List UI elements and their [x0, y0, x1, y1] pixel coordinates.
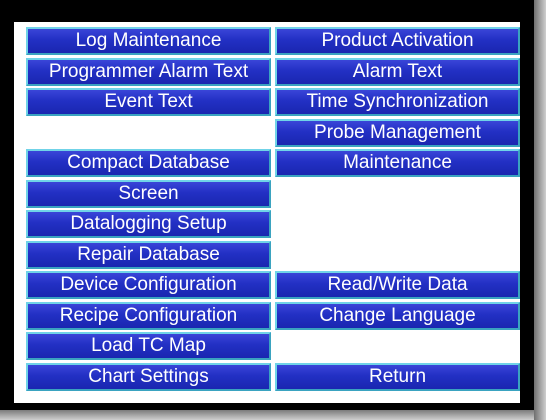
button-label: Time Synchronization — [306, 91, 489, 112]
alarm-text-button[interactable]: Alarm Text — [275, 57, 520, 86]
button-label: Load TC Map — [91, 335, 206, 356]
window-right-edge — [534, 0, 546, 420]
button-label: Event Text — [104, 91, 193, 112]
menu-grid: Log Maintenance Product Activation Progr… — [26, 27, 520, 391]
button-label: Compact Database — [67, 152, 230, 173]
button-label: Probe Management — [314, 121, 481, 143]
button-label: Log Maintenance — [75, 30, 222, 51]
button-label: Recipe Configuration — [59, 304, 238, 326]
repair-database-button[interactable]: Repair Database — [26, 240, 271, 269]
button-label: Maintenance — [343, 152, 452, 173]
button-label: Datalogging Setup — [70, 213, 227, 234]
empty-slot — [26, 118, 271, 147]
compact-database-button[interactable]: Compact Database — [26, 149, 271, 177]
log-maintenance-button[interactable]: Log Maintenance — [26, 27, 271, 55]
empty-slot — [275, 210, 520, 238]
button-label: Screen — [118, 182, 179, 204]
return-button[interactable]: Return — [275, 362, 520, 391]
device-configuration-button[interactable]: Device Configuration — [26, 271, 271, 299]
button-label: Product Activation — [321, 30, 474, 51]
empty-slot — [275, 179, 520, 208]
change-language-button[interactable]: Change Language — [275, 301, 520, 330]
empty-slot — [275, 332, 520, 360]
time-synchronization-button[interactable]: Time Synchronization — [275, 88, 520, 116]
empty-slot — [275, 240, 520, 269]
read-write-data-button[interactable]: Read/Write Data — [275, 271, 520, 299]
screen-button[interactable]: Screen — [26, 179, 271, 208]
programmer-alarm-text-button[interactable]: Programmer Alarm Text — [26, 57, 271, 86]
button-label: Programmer Alarm Text — [48, 60, 249, 82]
recipe-configuration-button[interactable]: Recipe Configuration — [26, 301, 271, 330]
window-bottom-edge — [0, 410, 534, 420]
datalogging-setup-button[interactable]: Datalogging Setup — [26, 210, 271, 238]
event-text-button[interactable]: Event Text — [26, 88, 271, 116]
button-label: Alarm Text — [352, 60, 443, 82]
load-tc-map-button[interactable]: Load TC Map — [26, 332, 271, 360]
button-label: Repair Database — [77, 243, 220, 265]
button-label: Device Configuration — [60, 274, 237, 295]
button-label: Return — [368, 365, 427, 387]
maintenance-button[interactable]: Maintenance — [275, 149, 520, 177]
product-activation-button[interactable]: Product Activation — [275, 27, 520, 55]
button-label: Read/Write Data — [327, 274, 468, 295]
probe-management-button[interactable]: Probe Management — [275, 118, 520, 147]
chart-settings-button[interactable]: Chart Settings — [26, 362, 271, 391]
button-label: Change Language — [319, 304, 476, 326]
button-label: Chart Settings — [88, 365, 209, 387]
